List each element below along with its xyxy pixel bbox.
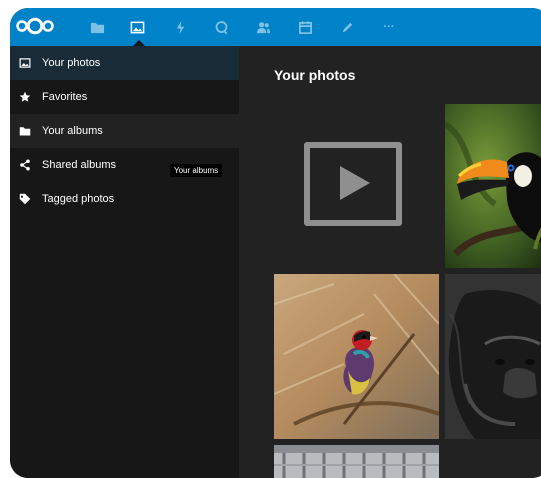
sidebar-item-your-albums[interactable]: Your albums <box>10 114 239 148</box>
sidebar-item-label: Favorites <box>42 91 88 103</box>
photos-icon[interactable] <box>127 17 147 37</box>
sidebar-item-label: Tagged photos <box>42 193 115 205</box>
top-header: ··· <box>10 8 541 46</box>
more-icon[interactable]: ··· <box>379 17 399 37</box>
play-icon <box>340 166 370 200</box>
sidebar: Your photos Favorites Your albums Shared… <box>10 46 239 478</box>
star-icon <box>18 90 32 104</box>
tooltip: Your albums <box>170 164 223 177</box>
share-icon <box>18 158 32 172</box>
photo-thumbnail-building[interactable] <box>274 445 439 478</box>
page-title: Your photos <box>274 67 356 83</box>
search-icon[interactable] <box>211 17 231 37</box>
calendar-icon[interactable] <box>295 17 315 37</box>
gorilla-image <box>445 274 541 439</box>
app-window: ··· Your photos Favorites Your albums Sh… <box>10 8 541 478</box>
files-icon[interactable] <box>87 17 107 37</box>
video-thumbnail[interactable] <box>274 104 439 268</box>
building-image <box>274 445 439 478</box>
notes-icon[interactable] <box>337 17 357 37</box>
tag-icon <box>18 192 32 206</box>
sidebar-item-favorites[interactable]: Favorites <box>10 80 239 114</box>
sidebar-item-label: Your photos <box>42 57 101 69</box>
photo-thumbnail-gorilla[interactable] <box>445 274 541 439</box>
sidebar-item-label: Shared albums <box>42 159 116 171</box>
video-frame-icon <box>304 142 402 226</box>
image-icon <box>18 56 32 70</box>
nextcloud-logo[interactable] <box>16 16 54 36</box>
folder-icon <box>18 124 32 138</box>
sidebar-item-label: Your albums <box>42 125 103 137</box>
toucan-image <box>445 104 541 268</box>
contacts-icon[interactable] <box>253 17 273 37</box>
sidebar-item-your-photos[interactable]: Your photos <box>10 46 239 80</box>
activity-icon[interactable] <box>170 17 190 37</box>
main-content: Your photos <box>239 46 541 478</box>
photo-thumbnail-toucan[interactable] <box>445 104 541 268</box>
finch-image <box>274 274 439 439</box>
photo-thumbnail-finch[interactable] <box>274 274 439 439</box>
sidebar-item-tagged-photos[interactable]: Tagged photos <box>10 182 239 216</box>
